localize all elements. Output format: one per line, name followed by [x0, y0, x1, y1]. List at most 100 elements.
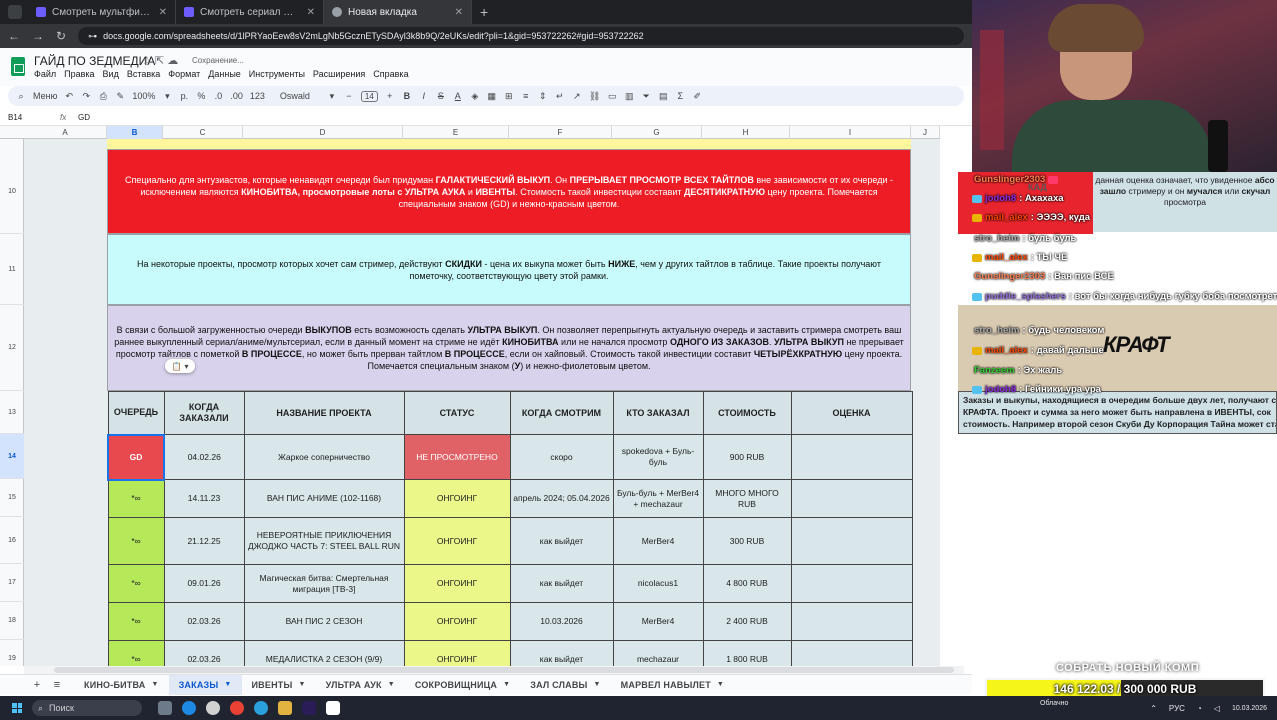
queue-cell[interactable]: *∞: [107, 517, 165, 565]
sheet-tab-active[interactable]: ЗАКАЗЫ ▼: [168, 674, 242, 695]
text-color-icon[interactable]: A: [453, 91, 463, 101]
row-header[interactable]: 11: [0, 234, 24, 305]
row-header[interactable]: 14: [0, 434, 24, 479]
who-cell[interactable]: Буль-буль + MerBer4 + mechazaur: [612, 479, 704, 518]
date-cell[interactable]: 02.03.26: [163, 640, 245, 666]
title-cell[interactable]: ВАН ПИС 2 СЕЗОН: [243, 602, 405, 641]
site-info-icon[interactable]: ⊶: [88, 31, 97, 42]
rating-cell[interactable]: [790, 564, 913, 603]
text-rotate-icon[interactable]: ↗: [572, 91, 582, 102]
title-cell[interactable]: ВАН ПИС АНИМЕ (102-1168): [243, 479, 405, 518]
telegram-app-icon[interactable]: [254, 701, 268, 715]
taskbar-search[interactable]: ⌕ Поиск: [32, 700, 142, 716]
merge-cells-icon[interactable]: ⊞: [504, 91, 514, 102]
language-indicator[interactable]: РУС: [1169, 704, 1185, 713]
status-cell[interactable]: ОНГОИНГ: [403, 640, 511, 666]
italic-icon[interactable]: I: [419, 91, 429, 101]
chevron-down-icon[interactable]: ▼: [503, 681, 510, 688]
forward-icon[interactable]: →: [32, 29, 44, 43]
row-header[interactable]: 16: [0, 517, 24, 564]
header-watch-date[interactable]: КОГДА СМОТРИМ: [509, 391, 614, 435]
sheet-tab[interactable]: ИВЕНТЫ ▼: [242, 675, 316, 695]
close-tab-icon[interactable]: ✕: [159, 7, 167, 18]
cost-cell[interactable]: 2 400 RUB: [702, 602, 792, 641]
title-cell[interactable]: Жаркое соперничество: [243, 434, 405, 480]
paint-format-icon[interactable]: ✎: [115, 91, 125, 102]
folder-app-icon[interactable]: [278, 701, 292, 715]
text-wrap-icon[interactable]: ↵: [555, 91, 565, 102]
queue-cell[interactable]: *∞: [107, 602, 165, 641]
who-cell[interactable]: nicolacus1: [612, 564, 704, 603]
close-tab-icon[interactable]: ✕: [307, 7, 315, 18]
font-select[interactable]: Oswald: [280, 91, 320, 101]
ultra-buyout-info[interactable]: В связи с большой загруженностью очереди…: [107, 305, 911, 391]
scrollbar-thumb[interactable]: [54, 667, 954, 673]
new-tab-icon[interactable]: +: [480, 4, 488, 20]
paste-options-button[interactable]: 📋 ▾: [165, 359, 195, 373]
document-title[interactable]: ГАЙД ПО ЗЕДМЕДИА: [34, 54, 155, 68]
column-header[interactable]: J: [911, 126, 940, 139]
column-header[interactable]: C: [163, 126, 243, 139]
spreadsheet-grid[interactable]: A B C D E F G H I J 10 11 12 13 14 15 16…: [0, 126, 940, 666]
chevron-down-icon[interactable]: ▼: [594, 681, 601, 688]
filter-views-icon[interactable]: ▤: [658, 91, 668, 102]
status-cell[interactable]: ОНГОИНГ: [403, 479, 511, 518]
header-rating[interactable]: ОЦЕНКА: [790, 391, 913, 435]
sheet-tab[interactable]: ЗАЛ СЛАВЫ ▼: [520, 675, 610, 695]
cost-cell[interactable]: МНОГО МНОГО RUB: [702, 479, 792, 518]
link-icon[interactable]: ⛓: [589, 91, 600, 102]
star-icon[interactable]: ☆ ⇱ ☁: [142, 54, 178, 67]
column-header[interactable]: A: [24, 126, 107, 139]
rating-cell[interactable]: [790, 640, 913, 666]
zoom-select[interactable]: 100%: [132, 91, 155, 101]
column-header[interactable]: D: [243, 126, 403, 139]
who-cell[interactable]: spokedova + Буль-буль: [612, 434, 704, 480]
menu-file[interactable]: Файл: [34, 69, 56, 79]
more-formats[interactable]: 123: [250, 91, 265, 101]
when-cell[interactable]: как выйдет: [509, 564, 614, 603]
header-queue[interactable]: ОЧЕРЕДЬ: [107, 391, 165, 435]
date-cell[interactable]: 02.03.26: [163, 602, 245, 641]
galactic-buyout-info[interactable]: Специально для энтузиастов, которые нена…: [107, 149, 911, 234]
status-cell[interactable]: ОНГОИНГ: [403, 602, 511, 641]
browser-tab[interactable]: Смотреть мультфильм Губка ✕: [28, 0, 176, 24]
premiere-app-icon[interactable]: [302, 701, 316, 715]
date-cell[interactable]: 09.01.26: [163, 564, 245, 603]
chevron-down-icon[interactable]: ▼: [388, 681, 395, 688]
browser-tab[interactable]: Смотреть сериал One Piece. Б ✕: [176, 0, 324, 24]
reload-icon[interactable]: ↻: [56, 29, 66, 43]
row-header[interactable]: 17: [0, 564, 24, 602]
bold-icon[interactable]: B: [402, 91, 412, 101]
network-icon[interactable]: ◔: [1197, 704, 1202, 713]
rating-cell[interactable]: [790, 517, 913, 565]
discount-info[interactable]: На некоторые проекты, просмотр которых х…: [107, 234, 911, 305]
rating-cell[interactable]: [790, 434, 913, 480]
back-icon[interactable]: ←: [8, 29, 20, 43]
menu-insert[interactable]: Вставка: [127, 69, 160, 79]
title-cell[interactable]: НЕВЕРОЯТНЫЕ ПРИКЛЮЧЕНИЯ ДЖОДЖО ЧАСТЬ 7: …: [243, 517, 405, 565]
search-icon[interactable]: ⌕: [16, 91, 26, 102]
row-header[interactable]: 12: [0, 305, 24, 391]
url-field[interactable]: ⊶ docs.google.com/spreadsheets/d/1lPRYao…: [78, 27, 964, 45]
input-tools-icon[interactable]: ✐: [692, 91, 702, 102]
chevron-up-icon[interactable]: ⌃: [1150, 704, 1157, 713]
row-header[interactable]: 10: [0, 149, 24, 234]
windows-start-icon[interactable]: [12, 703, 22, 713]
queue-cell[interactable]: *∞: [107, 564, 165, 603]
percent-format[interactable]: %: [196, 91, 206, 101]
header-project-name[interactable]: НАЗВАНИЕ ПРОЕКТА: [243, 391, 405, 435]
chevron-down-icon[interactable]: ▾: [327, 91, 337, 102]
chevron-down-icon[interactable]: ▼: [151, 681, 158, 688]
date-cell[interactable]: 04.02.26: [163, 434, 245, 480]
column-header[interactable]: H: [702, 126, 790, 139]
fill-color-icon[interactable]: ◈: [470, 91, 480, 102]
clock[interactable]: 10.03.2026: [1232, 704, 1267, 713]
task-view-icon[interactable]: [158, 701, 172, 715]
all-sheets-icon[interactable]: ≡: [46, 679, 68, 691]
borders-icon[interactable]: ▦: [487, 91, 497, 102]
column-header[interactable]: E: [403, 126, 509, 139]
sheet-tab[interactable]: МАРВЕЛ НАВЫЛЕТ ▼: [611, 675, 734, 695]
queue-cell[interactable]: *∞: [107, 479, 165, 518]
when-cell[interactable]: как выйдет: [509, 517, 614, 565]
row-9-cell[interactable]: [107, 139, 911, 149]
